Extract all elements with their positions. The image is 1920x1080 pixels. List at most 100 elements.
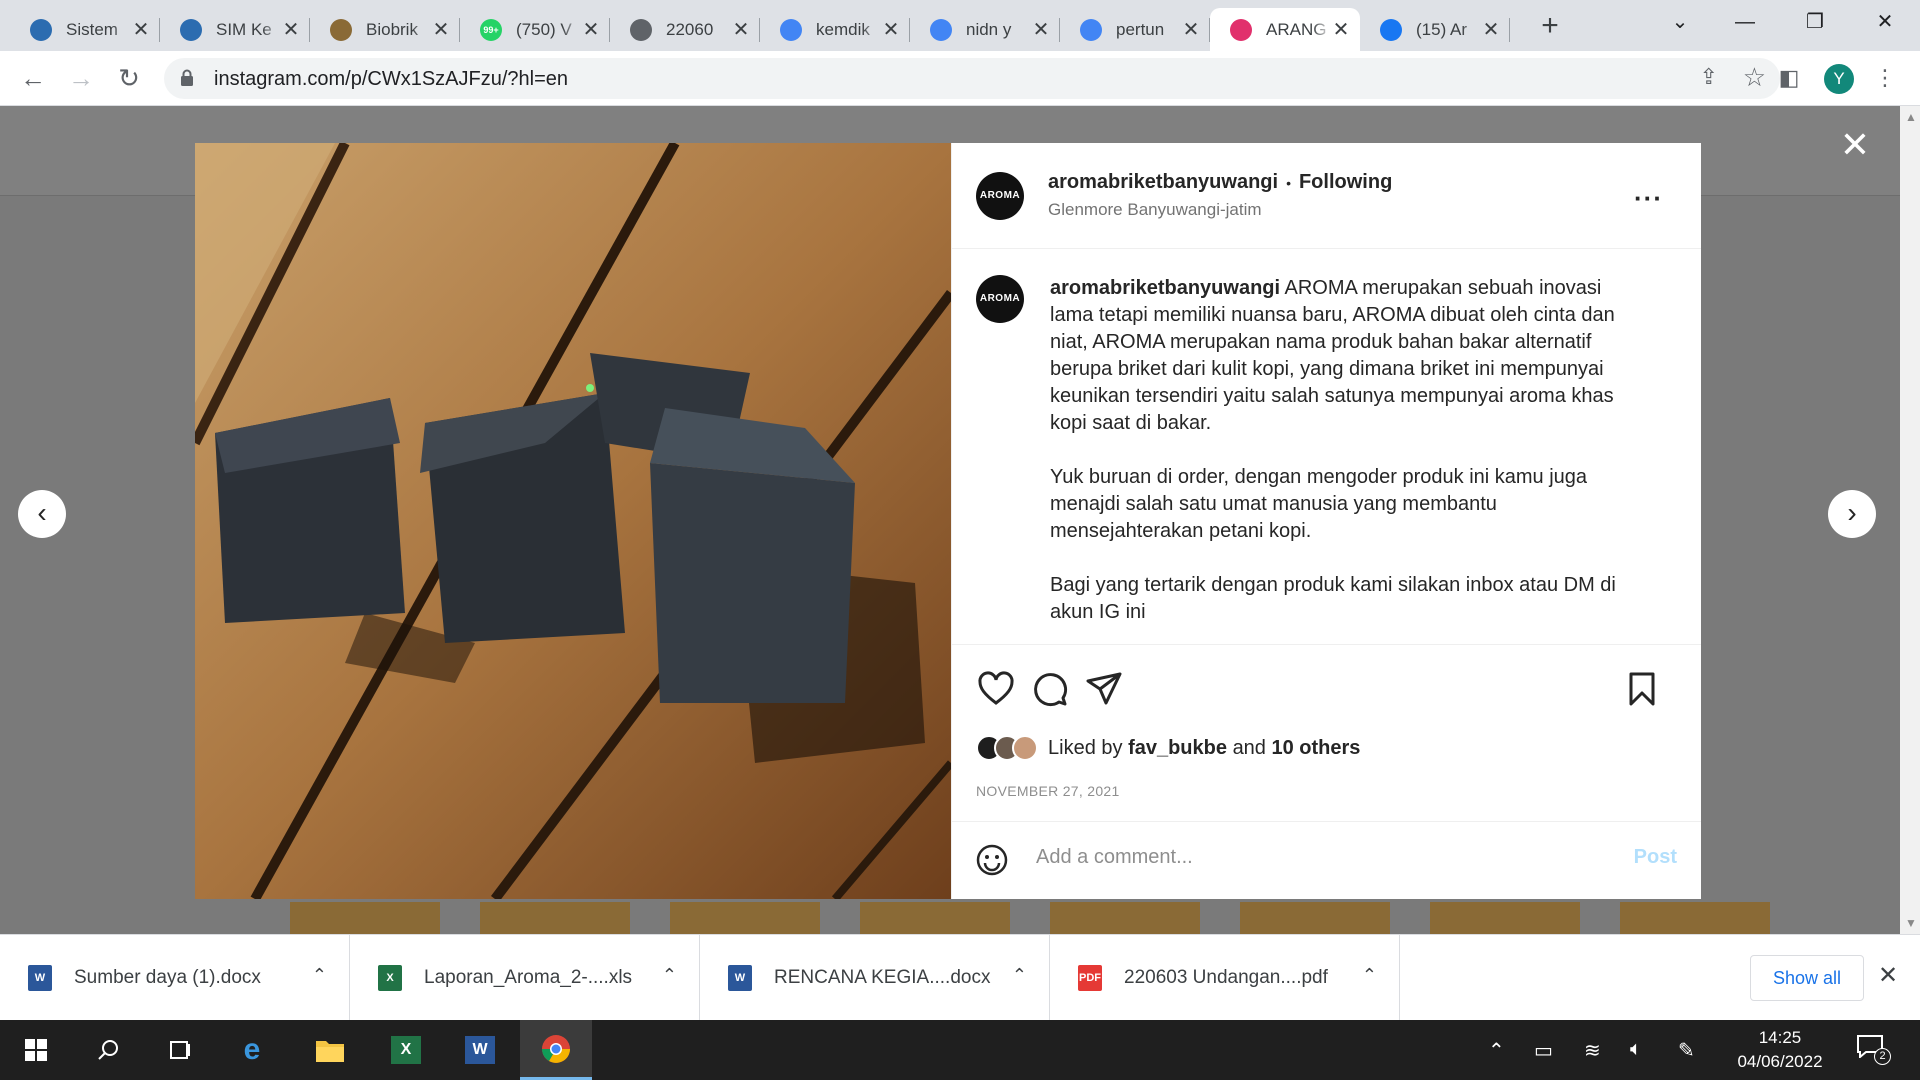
close-tab-icon[interactable]: ✕: [732, 17, 750, 42]
task-view-button[interactable]: [144, 1020, 216, 1080]
tab-title[interactable]: ARANG: [1266, 20, 1332, 40]
battery-icon[interactable]: ▭: [1534, 1038, 1553, 1063]
tab-title[interactable]: pertun: [1116, 20, 1182, 40]
browser-tab[interactable]: Sistem ✕: [10, 8, 160, 51]
browser-tab[interactable]: ARANG ✕: [1210, 8, 1360, 51]
restore-button[interactable]: ❐: [1785, 0, 1845, 44]
volume-icon[interactable]: 🔈︎: [1630, 1038, 1642, 1061]
author-username[interactable]: aromabriketbanyuwangi: [1048, 171, 1278, 194]
tab-title[interactable]: kemdik: [816, 20, 882, 40]
scroll-up-arrow-icon[interactable]: ▲: [1905, 110, 1917, 124]
reload-button[interactable]: ↻: [110, 59, 148, 97]
download-options-chevron-icon[interactable]: ⌃: [312, 965, 327, 986]
download-item[interactable]: PDF 220603 Undangan....pdf ⌃: [1050, 935, 1400, 1021]
url-text[interactable]: instagram.com/p/CWx1SzAJFzu/?hl=en: [214, 68, 568, 91]
tab-title[interactable]: (15) Ar: [1416, 20, 1482, 40]
taskbar-chrome[interactable]: [520, 1020, 592, 1080]
post-date[interactable]: NOVEMBER 27, 2021: [976, 783, 1120, 799]
wifi-icon[interactable]: ≋: [1584, 1038, 1601, 1063]
system-clock[interactable]: 14:25 04/06/2022: [1720, 1026, 1840, 1074]
browser-tab[interactable]: 22060 ✕: [610, 8, 760, 51]
close-tab-icon[interactable]: ✕: [1332, 17, 1350, 42]
browser-tab[interactable]: SIM Ke ✕: [160, 8, 310, 51]
browser-tab[interactable]: (15) Ar ✕: [1360, 8, 1510, 51]
following-button[interactable]: Following: [1299, 171, 1392, 194]
notification-center-button[interactable]: 2: [1856, 1034, 1892, 1066]
post-location[interactable]: Glenmore Banyuwangi-jatim: [1048, 200, 1392, 220]
download-options-chevron-icon[interactable]: ⌃: [1362, 965, 1377, 986]
emoji-icon[interactable]: [976, 844, 1008, 876]
post-photo[interactable]: [195, 143, 951, 899]
download-filename[interactable]: 220603 Undangan....pdf: [1124, 967, 1328, 989]
caption-username[interactable]: aromabriketbanyuwangi: [1050, 277, 1280, 299]
liked-by-others[interactable]: 10 others: [1272, 737, 1361, 759]
close-tab-icon[interactable]: ✕: [132, 17, 150, 42]
profile-avatar[interactable]: Y: [1824, 64, 1854, 94]
next-post-button[interactable]: ›: [1828, 490, 1876, 538]
download-filename[interactable]: RENCANA KEGIA....docx: [774, 967, 990, 989]
close-post-icon[interactable]: ✕: [1838, 127, 1872, 163]
download-item[interactable]: W Sumber daya (1).docx ⌃: [0, 935, 350, 1021]
lock-icon[interactable]: [180, 69, 194, 87]
caption-author-avatar[interactable]: AROMA: [976, 275, 1024, 323]
browser-tab[interactable]: Biobrik ✕: [310, 8, 460, 51]
search-button[interactable]: [72, 1020, 144, 1080]
tab-title[interactable]: Biobrik: [366, 20, 432, 40]
bookmark-star-icon[interactable]: ☆: [1743, 62, 1766, 93]
tab-title[interactable]: nidn y: [966, 20, 1032, 40]
taskbar-edge[interactable]: e: [216, 1020, 288, 1080]
comment-input[interactable]: Add a comment...: [1036, 846, 1193, 869]
browser-tab[interactable]: 99+ (750) V ✕: [460, 8, 610, 51]
save-bookmark-icon[interactable]: [1622, 669, 1662, 709]
close-tab-icon[interactable]: ✕: [282, 17, 300, 42]
download-options-chevron-icon[interactable]: ⌃: [662, 965, 677, 986]
download-item[interactable]: W RENCANA KEGIA....docx ⌃: [700, 935, 1050, 1021]
start-button[interactable]: [0, 1020, 72, 1080]
taskbar-excel[interactable]: X: [370, 1020, 442, 1080]
download-item[interactable]: X Laporan_Aroma_2-....xls ⌃: [350, 935, 700, 1021]
share-send-icon[interactable]: [1084, 669, 1124, 709]
page-scrollbar[interactable]: ▲ ▼: [1900, 106, 1920, 934]
taskbar-file-explorer[interactable]: [294, 1020, 366, 1080]
like-heart-icon[interactable]: [976, 669, 1016, 709]
more-options-icon[interactable]: ···: [1634, 183, 1663, 214]
pen-icon[interactable]: ✎: [1678, 1038, 1695, 1063]
download-filename[interactable]: Sumber daya (1).docx: [74, 967, 261, 989]
download-options-chevron-icon[interactable]: ⌃: [1012, 965, 1027, 986]
browser-tab[interactable]: pertun ✕: [1060, 8, 1210, 51]
share-icon[interactable]: ⇪: [1700, 64, 1718, 90]
liked-by-user[interactable]: fav_bukbe: [1128, 737, 1227, 759]
comment-bubble-icon[interactable]: [1030, 669, 1070, 709]
close-tab-icon[interactable]: ✕: [1182, 17, 1200, 42]
address-bar[interactable]: instagram.com/p/CWx1SzAJFzu/?hl=en ⇪ ☆: [164, 58, 1780, 99]
new-tab-button[interactable]: +: [1530, 8, 1570, 44]
liker-avatar[interactable]: [1012, 735, 1038, 761]
previous-post-button[interactable]: ‹: [18, 490, 66, 538]
minimize-button[interactable]: —: [1715, 0, 1775, 44]
close-window-button[interactable]: ✕: [1855, 0, 1915, 44]
close-tab-icon[interactable]: ✕: [432, 17, 450, 42]
close-tab-icon[interactable]: ✕: [882, 17, 900, 42]
tab-title[interactable]: 22060: [666, 20, 732, 40]
taskbar-word[interactable]: W: [444, 1020, 516, 1080]
post-comment-button[interactable]: Post: [1634, 846, 1677, 869]
close-tab-icon[interactable]: ✕: [1032, 17, 1050, 42]
close-tab-icon[interactable]: ✕: [582, 17, 600, 42]
tab-search-icon[interactable]: ⌄: [1650, 0, 1710, 44]
browser-tab[interactable]: nidn y ✕: [910, 8, 1060, 51]
show-all-downloads-button[interactable]: Show all: [1750, 955, 1864, 1001]
tab-title[interactable]: Sistem: [66, 20, 132, 40]
close-tab-icon[interactable]: ✕: [1482, 17, 1500, 42]
back-button[interactable]: ←: [14, 59, 52, 97]
close-downloads-bar-icon[interactable]: ✕: [1878, 961, 1898, 990]
tab-title[interactable]: SIM Ke: [216, 20, 282, 40]
tab-title[interactable]: (750) V: [516, 20, 582, 40]
author-avatar[interactable]: AROMA: [976, 172, 1024, 220]
side-panel-icon[interactable]: ◧: [1770, 59, 1808, 97]
menu-kebab-icon[interactable]: ⋮: [1866, 59, 1904, 97]
browser-tab[interactable]: kemdik ✕: [760, 8, 910, 51]
scroll-down-arrow-icon[interactable]: ▼: [1905, 916, 1917, 930]
forward-button[interactable]: →: [62, 59, 100, 97]
show-hidden-icons-chevron[interactable]: ⌃: [1488, 1038, 1505, 1063]
download-filename[interactable]: Laporan_Aroma_2-....xls: [424, 967, 632, 989]
